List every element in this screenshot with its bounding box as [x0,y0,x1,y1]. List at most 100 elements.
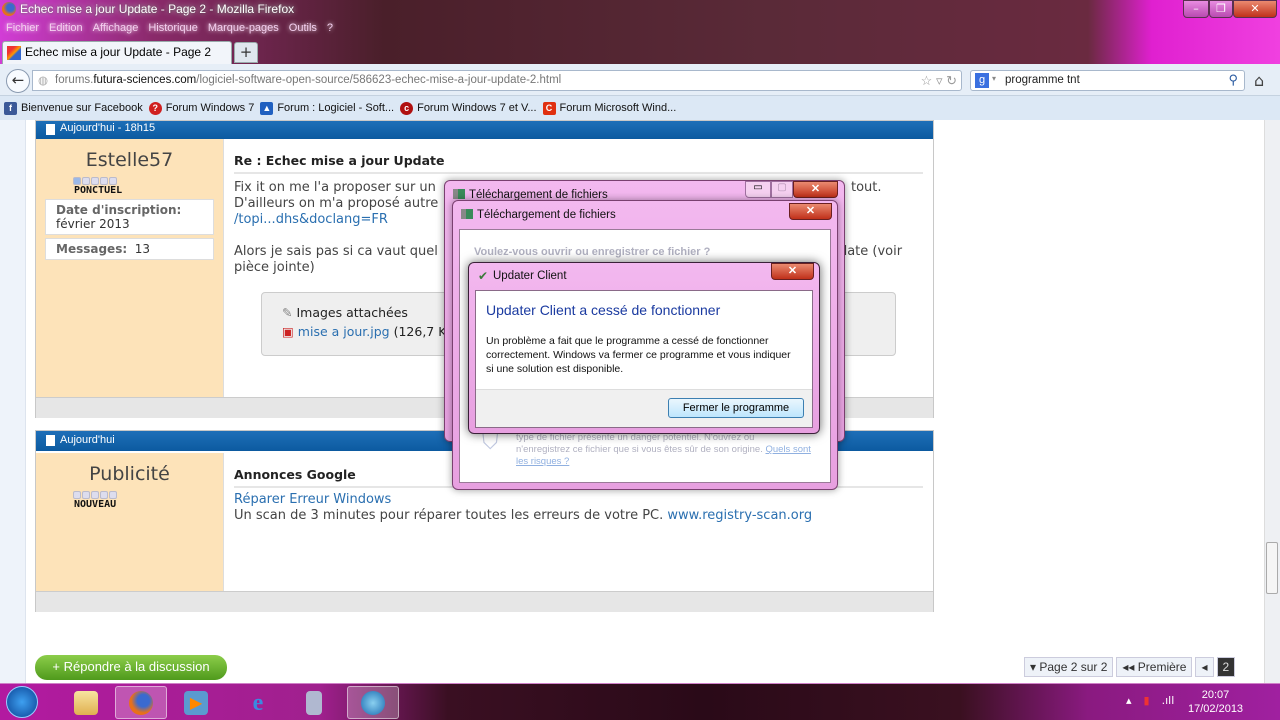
username[interactable]: Estelle57 [36,149,223,171]
ad-link[interactable]: Réparer Erreur Windows [234,492,391,507]
facebook-icon: f [4,101,17,115]
rank-dots [73,491,223,499]
globe-icon [361,690,385,715]
menu-outils[interactable]: Outils [289,22,317,34]
scrollbar-thumb[interactable] [1266,542,1278,594]
dialog-title: Updater Client [493,270,567,282]
menu-help[interactable]: ? [327,22,333,34]
firefox-icon [2,2,16,16]
clock[interactable]: 20:07 17/02/2013 [1188,688,1243,716]
ad-url-link[interactable]: www.registry-scan.org [667,508,812,523]
search-input[interactable]: programme tnt [1005,74,1080,86]
post-title: Re : Echec mise a jour Update [234,147,923,174]
post-link[interactable]: /topi...dhs&doclang=FR [234,212,388,227]
bookmark-label: Forum Microsoft Wind... [559,102,677,114]
arrow-left-icon: ← [11,71,25,89]
dialog-title: Téléchargement de fichiers [477,209,616,221]
attachment-size: (126,7 K [393,324,447,339]
reply-button[interactable]: + Répondre à la discussion [35,655,227,680]
app-icon [306,690,322,715]
page-margin [0,120,26,683]
bookmark-label: Forum Windows 7 [165,102,255,114]
site-favicon-icon [7,46,21,60]
forum-icon: c [400,101,414,115]
back-button[interactable]: ← [6,69,30,93]
scrollbar[interactable] [1264,120,1280,683]
minimize-button[interactable]: – [1183,0,1209,18]
attachments-title: Images attachées [296,305,408,320]
bookmark-forum-microsoft[interactable]: C Forum Microsoft Wind... [542,101,677,115]
menu-marque-pages[interactable]: Marque-pages [208,22,279,34]
menu-bar: Fichier Edition Affichage Historique Mar… [6,22,333,34]
search-bar[interactable]: g ▾ programme tnt ⚲ [970,70,1245,91]
show-hidden-icons-icon[interactable]: ▴ [1126,694,1132,707]
maximize-button[interactable]: ▢ [771,181,793,198]
forum-icon: C [542,101,556,115]
menu-affichage[interactable]: Affichage [93,22,139,34]
start-button[interactable] [6,686,38,718]
minimize-button[interactable]: ▭ [745,181,771,198]
taskbar-firefox[interactable] [115,686,167,719]
post-date: Aujourd'hui - 18h15 [60,122,156,134]
bookmark-label: Bienvenue sur Facebook [21,102,143,114]
reload-icon[interactable]: ↻ [946,73,957,88]
document-icon [46,124,55,135]
document-icon [46,435,55,446]
system-tray: ▴ ▮ .ıll [1126,694,1174,707]
home-icon[interactable]: ⌂ [1254,71,1264,90]
search-icon[interactable]: ⚲ [1228,72,1238,88]
user-rank: PONCTUEL [74,185,123,196]
first-page-button[interactable]: ◂◂ Première [1116,657,1193,677]
bookmark-forum-windows7-vista[interactable]: c Forum Windows 7 et V... [400,101,537,115]
crash-dialog-body: Updater Client a cessé de fonctionner Un… [475,290,813,428]
paperclip-icon: ✎ [282,305,293,320]
folder-icon [74,690,98,715]
post-date: Aujourd'hui [60,434,115,446]
taskbar-app[interactable] [288,686,340,719]
maximize-button[interactable]: ❐ [1209,0,1233,18]
globe-icon: ◍ [38,75,49,87]
engine-dropdown-icon[interactable]: ▾ [992,74,996,83]
taskbar-media-player[interactable]: ▶ [170,686,222,719]
menu-fichier[interactable]: Fichier [6,22,39,34]
user-sidebar: Estelle57 PONCTUEL Date d'inscription: fé… [36,139,224,397]
bookmark-label: Forum Windows 7 et V... [417,102,537,114]
menu-edition[interactable]: Edition [49,22,83,34]
dropdown-icon[interactable]: ▿ [936,73,943,88]
bookmarks-bar: f Bienvenue sur Facebook ? Forum Windows 7… [0,96,1280,120]
download-question: Voulez-vous ouvrir ou enregistrer ce fic… [474,246,711,258]
bookmark-facebook[interactable]: f Bienvenue sur Facebook [4,101,143,115]
bookmark-forum-windows7[interactable]: ? Forum Windows 7 [148,101,255,115]
power-icon[interactable]: ▮ [1144,694,1150,707]
taskbar-network-app[interactable] [347,686,399,719]
attachment-link[interactable]: mise a jour.jpg [298,324,390,339]
close-button[interactable]: ✕ [793,181,838,198]
message-count: Messages: 13 [45,238,214,260]
signal-icon[interactable]: .ıll [1162,694,1175,707]
tab-label: Echec mise a jour Update - Page 2 [25,45,212,59]
menu-historique[interactable]: Historique [148,22,198,34]
ad-text: Un scan de 3 minutes pour réparer toutes… [234,508,664,523]
bookmark-forum-logiciel[interactable]: ▲ Forum : Logiciel - Soft... [260,101,395,115]
taskbar-explorer[interactable] [60,686,112,719]
close-program-button[interactable]: Fermer le programme [668,398,804,418]
taskbar-internet-explorer[interactable]: e [232,686,284,719]
prev-page-button[interactable]: ◂ [1195,657,1214,677]
download-warning: type de fichier présente un danger poten… [516,432,811,467]
user-sidebar: Publicité NOUVEAU [36,453,224,591]
user-rank: NOUVEAU [74,499,117,510]
tab-active[interactable]: Echec mise a jour Update - Page 2 [2,41,232,64]
close-button[interactable]: ✕ [771,263,814,280]
rank-dots [73,177,223,185]
download-icon [461,209,473,219]
page-dropdown[interactable]: ▾ Page 2 sur 2 [1024,657,1114,677]
url-bar[interactable]: ◍ forums.futura-sciences.com/logiciel-so… [32,70,962,91]
crash-heading: Updater Client a cessé de fonctionner [486,302,721,318]
close-button[interactable]: ✕ [789,203,832,220]
new-tab-button[interactable]: + [234,42,258,63]
bookmark-star-icon[interactable]: ☆ [921,73,933,88]
firefox-icon [129,690,153,715]
google-icon[interactable]: g [975,73,989,88]
bookmark-label: Forum : Logiciel - Soft... [277,102,395,114]
close-button[interactable]: ✕ [1233,0,1277,18]
